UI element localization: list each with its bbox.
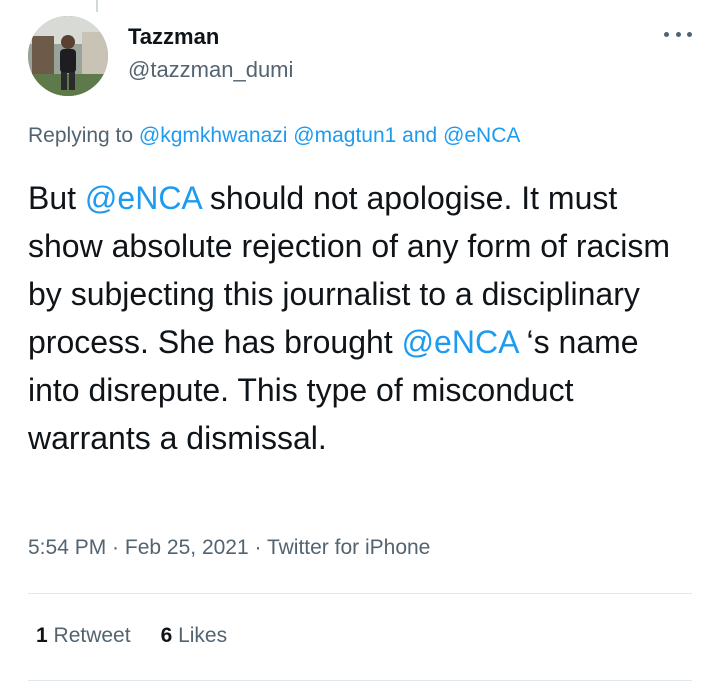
tweet-text: But @eNCA should not apologise. It must … [28,174,688,462]
author-names: Tazzman @tazzman_dumi [128,24,293,84]
tweet-time[interactable]: 5:54 PM [28,536,106,559]
replying-prefix: Replying to [28,124,139,147]
tweet-date[interactable]: Feb 25, 2021 [125,536,249,559]
tweet-meta: 5:54 PM · Feb 25, 2021 · Twitter for iPh… [28,536,430,560]
author-display-name[interactable]: Tazzman [128,24,293,50]
tweet-header: Tazzman @tazzman_dumi [28,16,700,98]
likes-count: 6 [160,624,173,647]
more-dot [675,31,681,37]
divider [28,593,692,594]
mention-link[interactable]: @eNCA [85,180,201,216]
mention-link[interactable]: @eNCA [443,124,520,147]
likes-stat[interactable]: 6 Likes [161,624,228,647]
retweets-label: Retweet [47,624,131,647]
likes-label: Likes [172,624,228,647]
mention-link[interactable]: @kgmkhwanazi [139,124,288,147]
thread-connector [96,0,98,12]
more-horizontal-icon[interactable] [664,26,692,42]
mention-link[interactable]: @eNCA [402,324,518,360]
author-handle[interactable]: @tazzman_dumi [128,56,293,84]
meta-separator: · [106,536,125,559]
tweet-stats: 1 Retweet 6 Likes [36,624,257,648]
retweets-count: 1 [36,624,48,647]
tweet-text-part: But [28,180,85,216]
divider [28,680,692,681]
more-dot [664,31,669,37]
retweets-stat[interactable]: 1 Retweet [36,624,131,647]
replying-to: Replying to @kgmkhwanazi @magtun1 and @e… [28,124,520,148]
mention-link[interactable]: @magtun1 [293,124,396,147]
meta-separator: · [248,536,267,559]
replying-and: and [396,124,444,147]
more-dot [687,31,692,37]
tweet-source[interactable]: Twitter for iPhone [267,536,430,559]
avatar[interactable] [28,16,108,96]
